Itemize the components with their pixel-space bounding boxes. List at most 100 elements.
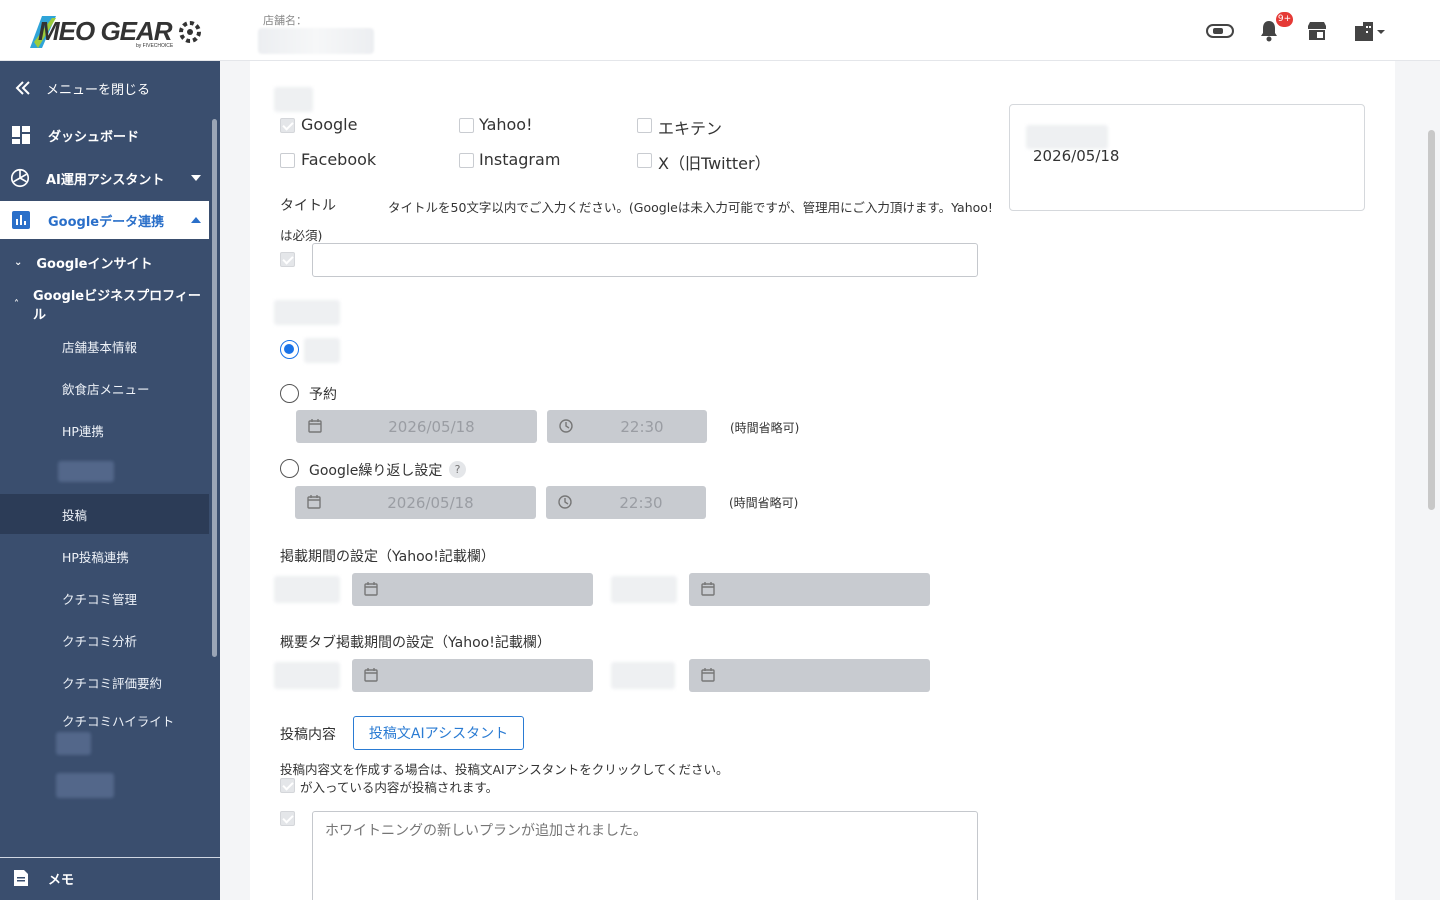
post-preview-panel: 2026/05/18 xyxy=(1009,104,1365,211)
sidebar-item-google-business[interactable]: ˄ Googleビジネスプロフィール xyxy=(0,289,209,323)
overview-start-field[interactable] xyxy=(352,659,593,692)
preview-date: 2026/05/18 xyxy=(1033,147,1120,165)
sidebar-item-hp-link[interactable]: HP連携 xyxy=(0,417,209,443)
checkbox-google[interactable] xyxy=(280,118,295,133)
publish-start-label xyxy=(274,576,340,603)
repeat-time-field[interactable]: 22:30 xyxy=(546,486,706,519)
checkbox-yahoo[interactable] xyxy=(459,118,474,133)
sidebar-item-dashboard[interactable]: ダッシュボード xyxy=(0,121,209,149)
publish-period-label: 掲載期間の設定（Yahoo!記載欄） xyxy=(280,549,495,565)
overview-end-field[interactable] xyxy=(689,659,930,692)
title-hint-cont: は必須) xyxy=(280,228,323,243)
building-dropdown-icon[interactable] xyxy=(1352,18,1388,44)
calendar-icon xyxy=(701,582,715,600)
repeat-date-value: 2026/05/18 xyxy=(387,493,474,512)
sidebar-item-google-insight[interactable]: ⌄ Googleインサイト xyxy=(0,249,209,275)
title-label: タイトル xyxy=(280,198,336,214)
sidebar-item-hp-post-link[interactable]: HP投稿連携 xyxy=(0,543,209,569)
platform-label-facebook: Facebook xyxy=(301,150,377,169)
store-info-label: 店舗基本情報 xyxy=(62,339,138,355)
reserve-time-omit-note: (時間省略可) xyxy=(730,421,800,435)
publish-start-field[interactable] xyxy=(352,573,593,606)
double-chevron-left-icon xyxy=(12,77,34,99)
toggle-icon[interactable] xyxy=(1205,18,1235,44)
sidebar-item-hidden-2[interactable] xyxy=(56,732,91,755)
ai-assistant-button[interactable]: 投稿文AIアシスタント xyxy=(353,716,524,750)
checkbox-facebook[interactable] xyxy=(280,153,295,168)
google-insight-label: Googleインサイト xyxy=(36,256,153,272)
checkbox-ekiten[interactable] xyxy=(637,118,652,133)
content-textarea[interactable] xyxy=(312,811,978,900)
timing-section-heading xyxy=(274,300,340,325)
ai-assistant-label: AI運用アシスタント xyxy=(46,172,165,188)
bar-chart-icon xyxy=(10,209,32,231)
checkbox-instagram[interactable] xyxy=(459,153,474,168)
dashboard-icon xyxy=(10,124,32,146)
preview-heading xyxy=(1026,125,1108,149)
sidebar-item-google-data[interactable]: Googleデータ連携 xyxy=(0,201,209,239)
meo-gear-logo[interactable]: MEO GEAR by FIVECHOICE xyxy=(28,12,208,52)
sidebar-divider xyxy=(0,857,220,858)
sidebar-item-review-analysis[interactable]: クチコミ分析 xyxy=(0,627,209,653)
content-hint: 投稿内容文を作成する場合は、投稿文AIアシスタントをクリックしてください。 xyxy=(280,762,729,777)
platform-label-x: X（旧Twitter） xyxy=(658,154,771,173)
reserve-time-field[interactable]: 22:30 xyxy=(547,410,707,443)
platform-section-heading xyxy=(274,87,313,112)
platform-label-instagram: Instagram xyxy=(479,150,561,169)
close-menu-button[interactable]: メニューを閉じる xyxy=(0,73,209,103)
store-name-label: 店舗名： xyxy=(263,14,307,27)
restaurant-menu-label: 飲食店メニュー xyxy=(62,381,150,397)
overview-period-label: 概要タブ掲載期間の設定（Yahoo!記載欄） xyxy=(280,635,551,651)
sidebar-item-review-management[interactable]: クチコミ管理 xyxy=(0,585,209,611)
platform-label-ekiten: エキテン xyxy=(658,119,723,138)
help-icon[interactable]: ? xyxy=(449,461,466,478)
radio-reserve[interactable] xyxy=(280,384,299,403)
svg-text:by FIVECHOICE: by FIVECHOICE xyxy=(136,43,174,49)
hp-post-link-label: HP投稿連携 xyxy=(62,549,129,565)
post-label: 投稿 xyxy=(62,507,88,523)
caret-up-icon xyxy=(190,213,202,228)
reserve-date-field[interactable]: 2026/05/18 xyxy=(296,410,537,443)
sidebar-item-review-summary[interactable]: クチコミ評価要約 xyxy=(0,669,209,695)
publish-end-field[interactable] xyxy=(689,573,930,606)
content-target-checkbox[interactable] xyxy=(280,811,295,826)
top-header: MEO GEAR by FIVECHOICE 店舗名： 9+ xyxy=(0,0,1440,61)
store-name-value xyxy=(258,28,374,54)
dashboard-label: ダッシュボード xyxy=(48,129,140,145)
notification-badge: 9+ xyxy=(1276,12,1293,27)
note-icon xyxy=(10,867,32,889)
title-hint: タイトルを50文字以内でご入力ください。(Googleは未入力可能ですが、管理用… xyxy=(388,200,993,215)
content-note-checkbox-icon xyxy=(280,778,295,793)
sidebar-item-ai-assistant[interactable]: AI運用アシスタント xyxy=(0,163,209,193)
sidebar-item-hidden-3[interactable] xyxy=(56,773,114,798)
openai-icon xyxy=(9,167,31,189)
sidebar-item-post[interactable]: 投稿 xyxy=(0,494,209,534)
svg-text:MEO GEAR: MEO GEAR xyxy=(38,16,173,46)
sidebar-item-hidden[interactable] xyxy=(58,461,114,482)
sidebar: メニューを閉じる ダッシュボード AI運用アシスタント Googleデータ連携 … xyxy=(0,61,220,900)
sidebar-item-store-info[interactable]: 店舗基本情報 xyxy=(0,333,209,359)
store-icon[interactable] xyxy=(1305,18,1329,44)
calendar-icon xyxy=(308,419,322,437)
calendar-icon xyxy=(364,668,378,686)
overview-start-label xyxy=(274,662,340,689)
chevron-up-icon: ˄ xyxy=(14,298,19,310)
title-input[interactable] xyxy=(312,243,978,277)
calendar-icon xyxy=(364,582,378,600)
page-scrollbar[interactable] xyxy=(1428,130,1435,510)
radio-immediate[interactable] xyxy=(280,340,299,359)
title-target-checkbox[interactable] xyxy=(280,252,295,267)
calendar-icon xyxy=(701,668,715,686)
memo-label: メモ xyxy=(48,872,75,888)
reserve-label: 予約 xyxy=(309,387,337,403)
repeat-date-field[interactable]: 2026/05/18 xyxy=(295,486,536,519)
checkbox-x[interactable] xyxy=(637,153,652,168)
sidebar-item-review-highlight[interactable]: クチコミハイライト xyxy=(0,707,209,733)
sidebar-item-memo[interactable]: メモ xyxy=(0,865,209,891)
radio-repeat[interactable] xyxy=(280,459,299,478)
sidebar-item-restaurant-menu[interactable]: 飲食店メニュー xyxy=(0,375,209,401)
sidebar-scrollbar[interactable] xyxy=(212,119,217,657)
repeat-time-omit-note: (時間省略可) xyxy=(729,496,799,510)
google-data-label: Googleデータ連携 xyxy=(48,214,165,230)
google-business-label: Googleビジネスプロフィール xyxy=(33,289,201,323)
